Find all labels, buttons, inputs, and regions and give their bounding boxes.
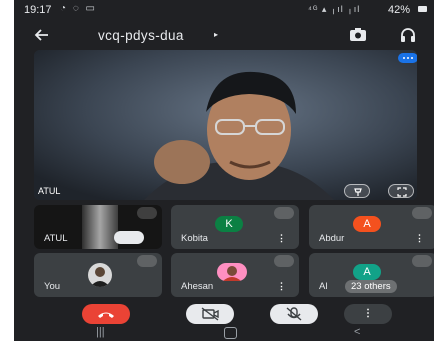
tile-label: Al bbox=[319, 281, 328, 292]
participant-menu-icon[interactable]: ⋮ bbox=[277, 281, 286, 292]
camera-toggle-button[interactable] bbox=[186, 304, 234, 324]
participant-menu-icon[interactable]: ⋮ bbox=[415, 233, 424, 244]
mic-toggle-button[interactable] bbox=[270, 304, 318, 324]
more-vert-icon: ⋮ bbox=[363, 308, 373, 319]
mic-off-icon bbox=[137, 255, 157, 267]
mic-off-icon bbox=[412, 207, 432, 219]
profile-photo bbox=[88, 263, 112, 287]
tile-abdur[interactable]: A Abdur ⋮ bbox=[309, 205, 434, 249]
notification-icons: ◔ ◌ ▭ bbox=[60, 3, 97, 14]
back-arrow-icon[interactable] bbox=[34, 27, 50, 43]
tile-others[interactable]: A Al 23 others bbox=[309, 253, 434, 297]
meeting-code[interactable]: vcq-pdys-dua bbox=[98, 28, 184, 43]
mic-off-icon bbox=[286, 307, 302, 321]
profile-photo bbox=[217, 263, 247, 281]
more-options-icon[interactable] bbox=[398, 53, 417, 63]
audio-output-icon[interactable] bbox=[400, 27, 416, 43]
call-controls: ⋮ bbox=[14, 300, 434, 326]
more-options-button[interactable]: ⋮ bbox=[344, 304, 392, 324]
tile-label: Ahesan bbox=[181, 281, 214, 292]
tile-atul[interactable]: ATUL bbox=[34, 205, 162, 249]
hang-up-icon bbox=[98, 312, 114, 318]
tile-label: Abdur bbox=[319, 233, 345, 244]
status-bar: 19:17 ◔ ◌ ▭ ⁴ᴳ ▴ ╷ıl ╷ıl 42% bbox=[14, 0, 434, 20]
pin-button[interactable] bbox=[344, 184, 370, 198]
tile-ahesan[interactable]: Ahesan ⋮ bbox=[171, 253, 299, 297]
main-participant-name: ATUL bbox=[38, 186, 61, 196]
pin-icon bbox=[354, 188, 362, 196]
battery-level: 42% bbox=[388, 4, 411, 16]
avatar: A bbox=[353, 216, 381, 232]
meeting-header: vcq-pdys-dua ▸ bbox=[14, 20, 434, 50]
status-time: 19:17 bbox=[24, 4, 52, 16]
meet-call-screen: 19:17 ◔ ◌ ▭ ⁴ᴳ ▴ ╷ıl ╷ıl 42% vcq-pdys-du… bbox=[14, 0, 434, 341]
main-video-feed[interactable]: ATUL bbox=[34, 50, 417, 200]
camera-off-icon bbox=[201, 307, 219, 321]
expand-caret-icon[interactable]: ▸ bbox=[214, 30, 218, 39]
mic-off-icon bbox=[274, 207, 294, 219]
mic-off-icon bbox=[274, 255, 294, 267]
tile-label: You bbox=[44, 281, 61, 292]
tile-you[interactable]: You bbox=[34, 253, 162, 297]
fullscreen-icon bbox=[397, 187, 407, 197]
fullscreen-icon[interactable] bbox=[114, 231, 144, 244]
others-count[interactable]: 23 others bbox=[345, 280, 397, 293]
recents-icon[interactable]: ||| bbox=[96, 326, 105, 338]
system-nav-bar: ||| < bbox=[14, 326, 434, 341]
mic-off-icon bbox=[137, 207, 157, 219]
fullscreen-button[interactable] bbox=[388, 184, 414, 198]
home-icon[interactable] bbox=[224, 327, 237, 339]
battery-icon bbox=[418, 6, 427, 12]
self-video-preview bbox=[82, 205, 118, 249]
participant-video bbox=[34, 50, 417, 200]
tile-label: ATUL bbox=[44, 233, 68, 244]
tile-label: Kobita bbox=[181, 233, 208, 244]
back-nav-icon[interactable]: < bbox=[354, 326, 360, 338]
participant-menu-icon[interactable]: ⋮ bbox=[277, 233, 286, 244]
avatar: K bbox=[215, 216, 243, 232]
mic-off-icon bbox=[412, 255, 432, 267]
avatar: A bbox=[353, 264, 381, 280]
tile-kobita[interactable]: K Kobita ⋮ bbox=[171, 205, 299, 249]
signal-icons: ⁴ᴳ ▴ ╷ıl ╷ıl bbox=[308, 4, 361, 14]
switch-camera-icon[interactable] bbox=[349, 28, 367, 42]
end-call-button[interactable] bbox=[82, 304, 130, 324]
